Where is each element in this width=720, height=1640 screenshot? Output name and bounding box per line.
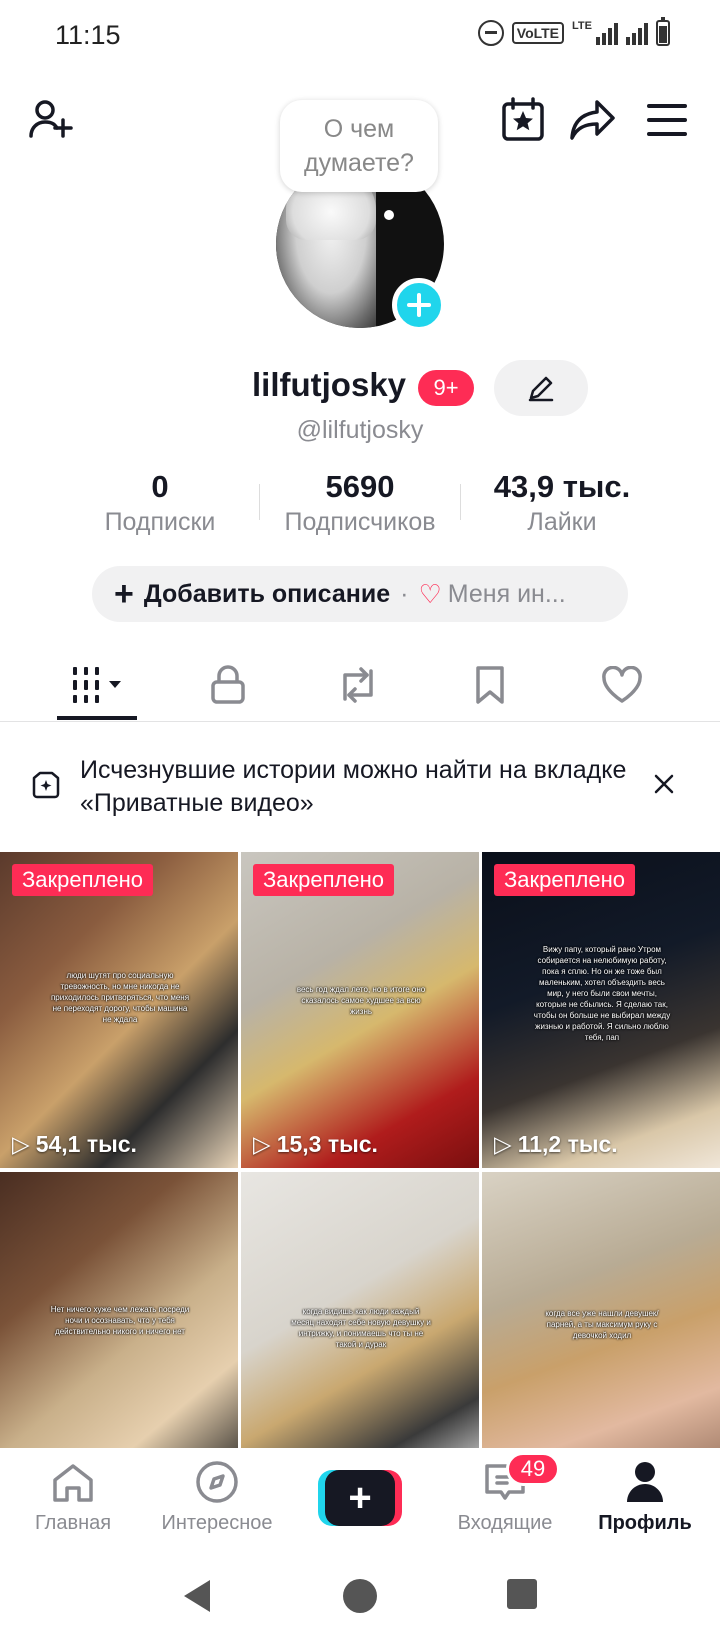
nav-discover[interactable]: Интересное bbox=[150, 1448, 284, 1548]
nav-label: Интересное bbox=[161, 1512, 273, 1534]
user-handle: @lilfutjosky bbox=[296, 416, 424, 444]
stat-likes[interactable]: 43,9 тыс. Лайки bbox=[470, 468, 654, 538]
interests-label[interactable]: Меня ин... bbox=[448, 580, 566, 609]
status-time: 11:15 bbox=[55, 20, 121, 50]
heart-icon bbox=[602, 666, 642, 703]
home-icon bbox=[51, 1448, 95, 1504]
stat-following[interactable]: 0 Подписки bbox=[92, 468, 228, 538]
view-count-text: 11,2 тыс. bbox=[517, 1131, 618, 1157]
edit-profile-button[interactable] bbox=[494, 360, 588, 416]
lock-icon bbox=[211, 665, 245, 704]
view-count-text: 15,3 тыс. bbox=[276, 1131, 378, 1157]
video-caption: Вижу папу, который рано Утром собирается… bbox=[533, 945, 671, 1042]
tab-private[interactable] bbox=[188, 650, 268, 720]
play-icon: ▷ bbox=[12, 1131, 30, 1157]
nav-label: Профиль bbox=[598, 1512, 692, 1534]
nav-profile[interactable]: Профиль bbox=[580, 1448, 710, 1548]
pinned-badge: Закреплено bbox=[494, 864, 635, 896]
private-videos-notice: Исчезнувшие истории можно найти на вклад… bbox=[0, 724, 720, 852]
stat-followers[interactable]: 5690 Подписчиков bbox=[270, 468, 450, 538]
play-icon: ▷ bbox=[253, 1131, 271, 1157]
video-caption: когда все уже нашли девушек/парней, а ты… bbox=[545, 1309, 659, 1340]
menu-icon[interactable] bbox=[642, 95, 692, 145]
bubble-dot bbox=[384, 210, 394, 220]
status-bar: 11:15 VoLTE LTE bbox=[0, 0, 720, 72]
notice-text: Исчезнувшие истории можно найти на вклад… bbox=[80, 756, 627, 817]
create-button[interactable]: + bbox=[318, 1470, 402, 1526]
home-button-icon[interactable] bbox=[340, 1576, 380, 1616]
stat-value: 43,9 тыс. bbox=[493, 469, 631, 504]
close-icon[interactable] bbox=[646, 766, 682, 802]
stat-divider bbox=[460, 484, 461, 520]
plus-icon: + bbox=[325, 1470, 395, 1526]
stat-label: Лайки bbox=[527, 508, 597, 536]
video-caption: Нет ничего хуже чем лежать посреди ночи … bbox=[50, 1305, 190, 1336]
bookmark-icon bbox=[476, 666, 504, 704]
repost-icon bbox=[343, 667, 373, 703]
recents-icon[interactable] bbox=[504, 1576, 544, 1616]
grid-icon bbox=[73, 667, 121, 703]
stat-divider bbox=[259, 484, 260, 520]
volte-icon: VoLTE bbox=[511, 22, 565, 44]
signal-icon-2 bbox=[626, 21, 648, 45]
view-count: ▷ 15,3 тыс. bbox=[253, 1131, 378, 1158]
stat-value: 5690 bbox=[325, 469, 395, 504]
video-tile[interactable]: когда видишь как люди каждый месяц наход… bbox=[241, 1172, 479, 1448]
profile-icon bbox=[625, 1448, 665, 1504]
nav-label: Входящие bbox=[457, 1512, 553, 1534]
stat-value: 0 bbox=[151, 469, 169, 504]
share-icon[interactable] bbox=[568, 95, 618, 145]
profile-tabs bbox=[0, 650, 720, 722]
view-count: ▷ 54,1 тыс. bbox=[12, 1131, 137, 1158]
battery-icon bbox=[656, 17, 670, 46]
bio-pill[interactable]: + Добавить описание · ♡ Меня ин... bbox=[92, 566, 628, 622]
profile-stats: 0 Подписки 5690 Подписчиков 43,9 тыс. Ла… bbox=[0, 468, 720, 538]
thought-bubble[interactable]: О чем думаете? bbox=[280, 100, 438, 192]
tab-liked[interactable] bbox=[582, 650, 662, 720]
inbox-badge: 49 bbox=[506, 1452, 560, 1486]
tab-reposts[interactable] bbox=[318, 650, 398, 720]
view-count: ▷ 11,2 тыс. bbox=[494, 1131, 618, 1158]
separator: · bbox=[400, 579, 409, 608]
video-grid: Закреплено люди шутят про социальную тре… bbox=[0, 852, 720, 1448]
video-caption: когда видишь как люди каждый месяц наход… bbox=[291, 1307, 431, 1349]
calendar-star-icon[interactable] bbox=[498, 95, 548, 145]
add-story-button[interactable] bbox=[392, 278, 446, 332]
tab-saved[interactable] bbox=[450, 650, 530, 720]
video-tile[interactable]: Нет ничего хуже чем лежать посреди ночи … bbox=[0, 1172, 238, 1448]
play-icon: ▷ bbox=[494, 1131, 512, 1157]
video-tile[interactable]: когда все уже нашли девушек/парней, а ты… bbox=[482, 1172, 720, 1448]
video-caption: люди шутят про социальную тревожность, н… bbox=[50, 971, 190, 1024]
pencil-icon bbox=[528, 376, 554, 402]
lte-label: LTE bbox=[572, 20, 592, 32]
name-row: lilfutjosky 9+ bbox=[0, 356, 720, 422]
plus-icon: + bbox=[114, 575, 134, 613]
status-icons: VoLTE LTE bbox=[477, 17, 670, 46]
stat-label: Подписчиков bbox=[284, 508, 436, 536]
video-tile[interactable]: Закреплено люди шутят про социальную тре… bbox=[0, 852, 238, 1168]
sparkle-folder-icon bbox=[30, 770, 62, 805]
add-bio-label[interactable]: Добавить описание bbox=[144, 580, 390, 609]
bottom-nav: Главная Интересное + Входящие Профиль bbox=[0, 1448, 720, 1552]
do-not-disturb-icon bbox=[477, 20, 504, 46]
heart-outline-icon: ♡ bbox=[418, 578, 442, 609]
system-nav bbox=[0, 1552, 720, 1640]
add-user-icon[interactable] bbox=[26, 95, 76, 145]
tab-videos[interactable] bbox=[57, 650, 137, 720]
back-icon[interactable] bbox=[178, 1576, 218, 1616]
compass-icon bbox=[195, 1448, 239, 1504]
pinned-badge: Закреплено bbox=[12, 864, 153, 896]
notification-badge[interactable]: 9+ bbox=[418, 370, 474, 406]
video-tile[interactable]: Закреплено Вижу папу, который рано Утром… bbox=[482, 852, 720, 1168]
username: lilfutjosky bbox=[252, 366, 407, 403]
pinned-badge: Закреплено bbox=[253, 864, 394, 896]
view-count-text: 54,1 тыс. bbox=[35, 1131, 137, 1157]
video-tile[interactable]: Закреплено весь год ждал лето, но в итог… bbox=[241, 852, 479, 1168]
video-caption: весь год ждал лето, но в итоге оно сказа… bbox=[296, 985, 426, 1016]
nav-home[interactable]: Главная bbox=[8, 1448, 138, 1548]
signal-icon bbox=[596, 21, 618, 45]
stat-label: Подписки bbox=[104, 508, 216, 536]
active-tab-indicator bbox=[57, 716, 137, 720]
nav-label: Главная bbox=[34, 1512, 112, 1534]
